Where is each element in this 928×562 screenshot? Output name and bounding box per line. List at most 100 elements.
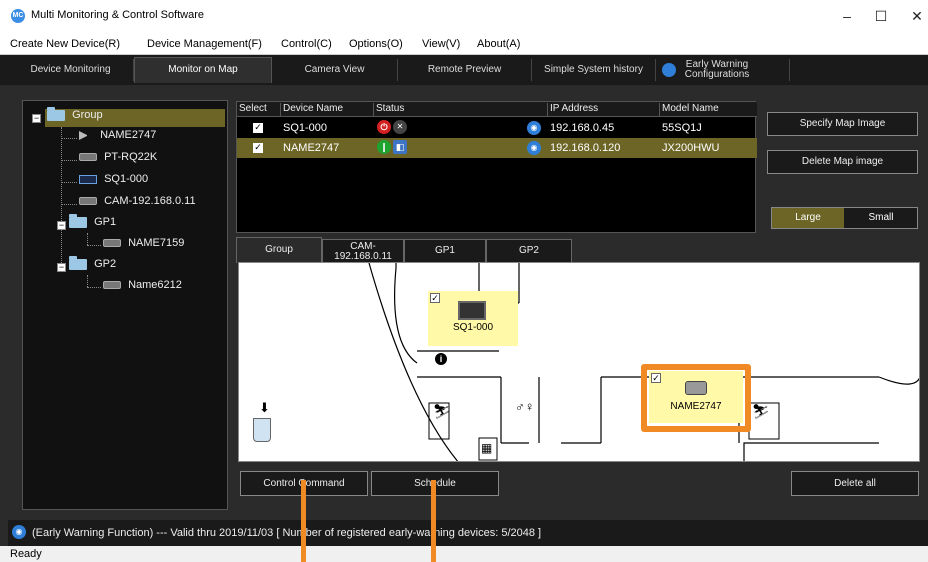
- tree-line: [87, 287, 101, 288]
- column-header-status[interactable]: Status: [373, 103, 404, 117]
- map-device-sq1-000[interactable]: ✓ SQ1-000: [428, 291, 518, 346]
- projector-icon: [79, 153, 97, 162]
- row-device-name: SQ1-000: [283, 122, 328, 134]
- folder-icon: [69, 255, 87, 270]
- input-signal-icon: ◧: [393, 140, 407, 154]
- tab-early-warning-configurations[interactable]: Early Warning Configurations: [656, 59, 790, 81]
- tab-device-monitoring[interactable]: Device Monitoring: [8, 59, 134, 81]
- small-button[interactable]: Small: [845, 208, 917, 228]
- tree-item-gp2[interactable]: GP2: [69, 255, 117, 276]
- map-device-label: SQ1-000: [452, 322, 494, 333]
- map-tab-gp2[interactable]: GP2: [486, 239, 572, 263]
- row-model-name: JX200HWU: [662, 142, 720, 154]
- power-off-icon: ⏻: [377, 120, 391, 134]
- tree-item-gp1[interactable]: GP1: [69, 213, 117, 234]
- tree-line: [61, 204, 77, 205]
- column-header-select[interactable]: Select: [237, 103, 267, 117]
- large-button[interactable]: Large: [772, 208, 844, 228]
- column-header-device-name[interactable]: Device Name: [280, 103, 343, 117]
- menu-device-management[interactable]: Device Management(F): [147, 38, 262, 50]
- row-ip-address: 192.168.0.45: [550, 122, 615, 134]
- tree-line: [61, 182, 77, 183]
- map-tab-cam-192-168-0-11[interactable]: CAM- 192.168.0.11: [322, 239, 404, 263]
- specify-map-image-button[interactable]: Specify Map Image: [767, 112, 918, 136]
- menu-options[interactable]: Options(O): [349, 38, 403, 50]
- tree-item-label: Group: [72, 109, 103, 121]
- tree-item-group[interactable]: Group: [45, 106, 225, 127]
- tree-item-pt-rq22k[interactable]: PT-RQ22K: [79, 151, 157, 169]
- tree-item-name2747[interactable]: NAME2747: [79, 129, 156, 147]
- main-tab-bar: Device Monitoring Monitor on Map Camera …: [0, 55, 928, 85]
- camera-icon: [79, 197, 97, 206]
- map-tab-gp1[interactable]: GP1: [404, 239, 486, 263]
- table-row[interactable]: ✓ SQ1-000 ⏻ ✕ ◉ 192.168.0.45 55SQ1J: [237, 118, 757, 138]
- tree-item-label: SQ1-000: [104, 173, 149, 185]
- info-icon: i: [435, 353, 447, 365]
- menu-bar: Create New Device(R) Device Management(F…: [0, 32, 928, 55]
- row-model-name: 55SQ1J: [662, 122, 702, 134]
- elevator-icon: ▦: [481, 441, 493, 455]
- tree-item-sq1-000[interactable]: SQ1-000: [79, 173, 148, 191]
- display-icon: [79, 174, 97, 184]
- row-checkbox[interactable]: ✓: [253, 123, 263, 133]
- column-header-model-name[interactable]: Model Name: [659, 103, 719, 117]
- delete-all-button[interactable]: Delete all: [791, 471, 919, 496]
- close-button[interactable]: ✕: [902, 6, 928, 26]
- trash-icon[interactable]: [253, 418, 271, 442]
- tree-line: [61, 138, 77, 139]
- tree-item-label: NAME7159: [128, 237, 185, 249]
- delete-map-image-button[interactable]: Delete Map image: [767, 150, 918, 174]
- menu-create-new-device[interactable]: Create New Device(R): [10, 38, 120, 50]
- map-tab-group[interactable]: Group: [236, 237, 322, 263]
- map-device-label: NAME2747: [670, 401, 722, 412]
- column-header-ip-address[interactable]: IP Address: [547, 103, 598, 117]
- tree-item-cam-192-168-0-11[interactable]: CAM-192.168.0.11: [79, 195, 196, 213]
- tree-expander-gp2[interactable]: −: [57, 263, 66, 272]
- row-ip-address: 192.168.0.120: [550, 142, 621, 154]
- map-device-name2747[interactable]: ✓ NAME2747: [649, 371, 743, 423]
- escalator-icon: ⛷: [433, 403, 451, 419]
- tree-item-label: GP1: [94, 216, 117, 228]
- table-row[interactable]: ✓ NAME2747 ❙ ◧ ◉ 192.168.0.120 JX200HWU: [237, 138, 757, 158]
- menu-control[interactable]: Control(C): [281, 38, 332, 50]
- tree-line: [61, 127, 62, 265]
- annotation-pointer: [301, 480, 306, 562]
- menu-view[interactable]: View(V): [422, 38, 460, 50]
- row-checkbox[interactable]: ✓: [253, 143, 263, 153]
- down-arrow-icon: ⬇: [259, 400, 270, 415]
- title-bar: MC Multi Monitoring & Control Software –…: [0, 0, 928, 32]
- tree-expander-gp1[interactable]: −: [57, 221, 66, 230]
- row-device-name: NAME2747: [283, 142, 340, 154]
- tree-item-name6212[interactable]: Name6212: [103, 279, 182, 297]
- map-tab-bar: Group CAM- 192.168.0.11 GP1 GP2: [236, 237, 922, 263]
- tree-line: [87, 275, 88, 287]
- table-header: Select Device Name Status IP Address Mod…: [237, 102, 757, 117]
- folder-icon: [69, 213, 87, 228]
- map-size-toggle: Large Small: [771, 207, 918, 229]
- early-warning-icon: [662, 62, 676, 77]
- tab-monitor-on-map[interactable]: Monitor on Map: [134, 57, 272, 83]
- error-icon: ✕: [393, 120, 407, 134]
- tab-camera-view[interactable]: Camera View: [272, 59, 398, 81]
- menu-about[interactable]: About(A): [477, 38, 520, 50]
- projector-icon: [103, 281, 121, 290]
- map-device-checkbox[interactable]: ✓: [651, 373, 661, 383]
- app-icon: MC: [11, 9, 25, 23]
- map-device-checkbox[interactable]: ✓: [430, 293, 440, 303]
- map-tab-label-line2: 192.168.0.11: [334, 251, 392, 262]
- power-on-icon: ❙: [377, 140, 391, 154]
- ready-status: Ready: [0, 546, 928, 562]
- tree-item-label: CAM-192.168.0.11: [104, 195, 196, 207]
- early-warning-status-bar: ◉ (Early Warning Function) --- Valid thr…: [8, 520, 928, 546]
- tab-simple-system-history[interactable]: Simple System history: [532, 59, 656, 81]
- tree-item-name7159[interactable]: NAME7159: [103, 237, 184, 255]
- tree-expander-group[interactable]: −: [32, 114, 41, 123]
- display-icon: [458, 301, 486, 320]
- tree-line: [61, 160, 77, 161]
- tab-remote-preview[interactable]: Remote Preview: [398, 59, 532, 81]
- folder-icon: [47, 106, 65, 121]
- minimize-button[interactable]: –: [832, 6, 862, 26]
- map-canvas[interactable]: ✓ SQ1-000 i ⬇ ⛷ ♂♀ ▦ ⛷ ✓ NAME2747: [238, 262, 920, 462]
- maximize-button[interactable]: ☐: [866, 6, 896, 26]
- tree-item-label: GP2: [94, 258, 117, 270]
